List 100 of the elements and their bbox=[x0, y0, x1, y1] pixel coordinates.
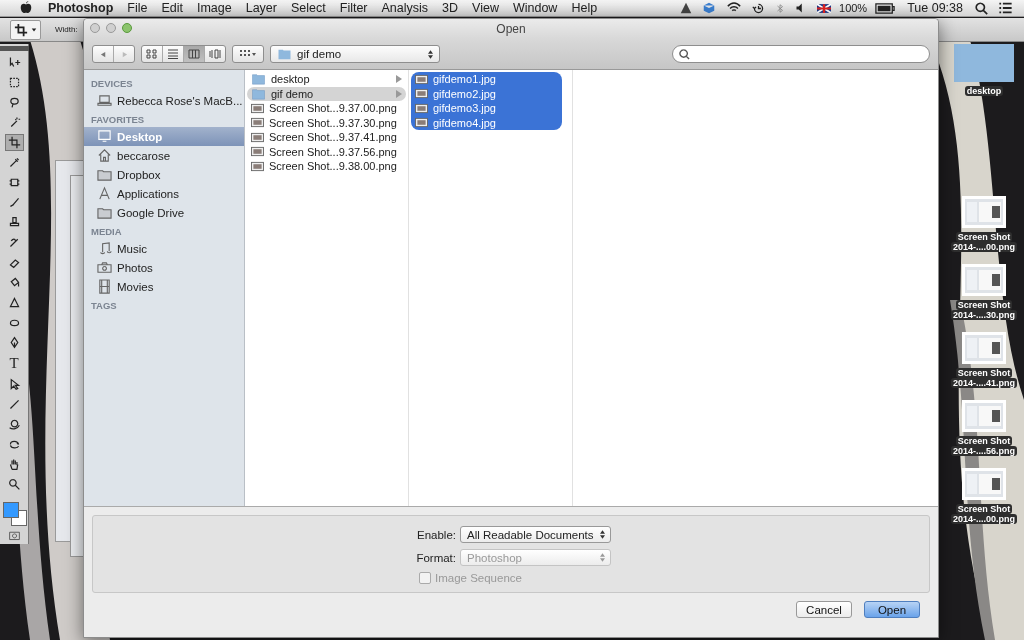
clock-arrow-icon[interactable] bbox=[752, 1, 765, 15]
box-icon[interactable] bbox=[702, 1, 716, 15]
format-label: Format: bbox=[415, 551, 456, 564]
battery-icon[interactable] bbox=[875, 2, 896, 14]
file-row[interactable]: gif demo bbox=[247, 86, 406, 101]
sidebar-item[interactable]: Dropbox bbox=[84, 165, 244, 184]
crop-icon[interactable] bbox=[4, 134, 24, 152]
battery-percent[interactable]: 100% bbox=[836, 2, 871, 14]
screenshot-thumbnail[interactable] bbox=[962, 468, 1006, 500]
menu-item[interactable]: Analysis bbox=[374, 1, 436, 15]
search-field[interactable] bbox=[672, 45, 930, 63]
image-file-icon bbox=[251, 146, 264, 158]
cancel-button[interactable]: Cancel bbox=[796, 601, 852, 618]
sidebar-item[interactable]: beccarose bbox=[84, 146, 244, 165]
menu-item[interactable]: Filter bbox=[332, 1, 375, 15]
folder-icon bbox=[97, 167, 112, 182]
type-tool[interactable]: T bbox=[4, 353, 24, 373]
image-file-icon bbox=[251, 117, 264, 129]
file-row[interactable]: Screen Shot...9.37.56.png bbox=[247, 144, 406, 159]
icon-label: Screen Shot bbox=[955, 300, 1013, 310]
screenshot-thumbnail[interactable] bbox=[962, 332, 1006, 364]
menu-item[interactable]: View bbox=[465, 1, 506, 15]
list-icon[interactable] bbox=[998, 1, 1013, 15]
menu-clock[interactable]: Tue 09:38 bbox=[900, 1, 970, 15]
enable-popup[interactable]: All Readable Documents bbox=[460, 526, 611, 543]
sidebar-heading: TAGS bbox=[90, 299, 118, 313]
coverflow-icon bbox=[209, 49, 221, 59]
sidebar-heading: MEDIA bbox=[90, 225, 123, 239]
up-down-arrows-icon bbox=[600, 530, 605, 539]
menu-item[interactable]: Window bbox=[505, 1, 565, 15]
menu-item[interactable]: Layer bbox=[238, 1, 284, 15]
image-file-icon bbox=[251, 131, 264, 143]
sidebar-item[interactable]: Rebecca Rose's MacB... bbox=[84, 91, 244, 110]
bluetooth-icon[interactable] bbox=[775, 1, 785, 15]
file-row[interactable]: Screen Shot...9.37.30.png bbox=[247, 115, 406, 130]
warning-icon[interactable] bbox=[680, 2, 692, 14]
file-row[interactable]: Screen Shot...9.37.41.png bbox=[247, 130, 406, 145]
zoom-button[interactable] bbox=[122, 23, 132, 33]
house-icon bbox=[97, 148, 112, 163]
menu-item[interactable]: Help bbox=[564, 1, 605, 15]
sidebar-heading: DEVICES bbox=[90, 77, 134, 91]
music-note-icon bbox=[97, 241, 112, 256]
icon-label: 2014-....00.png bbox=[951, 242, 1017, 252]
left-triangle-icon bbox=[99, 50, 107, 58]
menu-item[interactable]: Image bbox=[189, 1, 239, 15]
sidebar-item[interactable]: Movies bbox=[84, 277, 244, 296]
file-row[interactable]: Screen Shot...9.37.00.png bbox=[247, 101, 406, 116]
icon-label: 2014-....00.png bbox=[951, 514, 1017, 524]
icon-label: 2014-....41.png bbox=[951, 378, 1017, 388]
image-file-icon bbox=[415, 88, 428, 100]
file-row[interactable]: gifdemo3.jpg bbox=[411, 101, 562, 116]
right-triangle-icon bbox=[120, 50, 128, 58]
sidebar-item[interactable]: Applications bbox=[84, 184, 244, 203]
columns-view-button[interactable] bbox=[184, 46, 205, 62]
folder-icon bbox=[277, 48, 292, 60]
window-title: Open bbox=[496, 22, 526, 36]
folder-icon[interactable] bbox=[954, 42, 1014, 82]
width-label: Width: bbox=[55, 25, 78, 34]
file-row[interactable]: Screen Shot...9.38.00.png bbox=[247, 159, 406, 174]
up-down-arrows-icon bbox=[600, 553, 605, 562]
icon-label: Screen Shot bbox=[955, 232, 1013, 242]
sidebar-item[interactable]: Music bbox=[84, 239, 244, 258]
screenshot-thumbnail[interactable] bbox=[962, 264, 1006, 296]
image-file-icon bbox=[251, 102, 264, 114]
icon-label: Screen Shot bbox=[955, 504, 1013, 514]
sidebar-item[interactable]: Photos bbox=[84, 258, 244, 277]
sidebar-item[interactable]: Google Drive bbox=[84, 203, 244, 222]
path-popup[interactable]: gif demo bbox=[270, 45, 440, 63]
file-row[interactable]: gifdemo1.jpg bbox=[411, 72, 562, 87]
icon-label: desktop bbox=[964, 86, 1004, 96]
columns-icon bbox=[188, 49, 200, 59]
folder-icon bbox=[251, 87, 266, 100]
app-menu[interactable]: Photoshop bbox=[38, 1, 121, 15]
screenshot-thumbnail[interactable] bbox=[962, 196, 1006, 228]
lines-icon bbox=[167, 49, 179, 59]
image-file-icon bbox=[415, 102, 428, 114]
apple-icon[interactable] bbox=[19, 1, 33, 15]
screenshot-thumbnail[interactable] bbox=[962, 400, 1006, 432]
checkbox-label: Image Sequence bbox=[435, 572, 522, 584]
grid-icon bbox=[146, 49, 158, 59]
menu-item[interactable]: Select bbox=[284, 1, 333, 15]
image-file-icon bbox=[415, 73, 428, 85]
menu-item[interactable]: File bbox=[120, 1, 155, 15]
file-row[interactable]: desktop bbox=[247, 72, 406, 87]
monitor-icon bbox=[97, 129, 112, 144]
menu-item[interactable]: Edit bbox=[154, 1, 190, 15]
open-button[interactable]: Open bbox=[864, 601, 920, 618]
crop-icon bbox=[14, 22, 28, 37]
icon-label: Screen Shot bbox=[955, 436, 1013, 446]
sidebar-heading: FAVORITES bbox=[90, 113, 146, 127]
flag-icon[interactable] bbox=[817, 3, 831, 13]
menu-item[interactable]: 3D bbox=[435, 1, 466, 15]
caret-icon bbox=[31, 26, 37, 33]
crop-tool-button[interactable] bbox=[10, 19, 41, 40]
foreground-color-swatch[interactable] bbox=[3, 501, 19, 518]
icon-label: 2014-....30.png bbox=[951, 310, 1017, 320]
search-icon[interactable] bbox=[975, 1, 988, 15]
image-file-icon bbox=[415, 117, 428, 129]
icon-label: Screen Shot bbox=[955, 368, 1013, 378]
compass-letter-icon bbox=[97, 186, 112, 201]
